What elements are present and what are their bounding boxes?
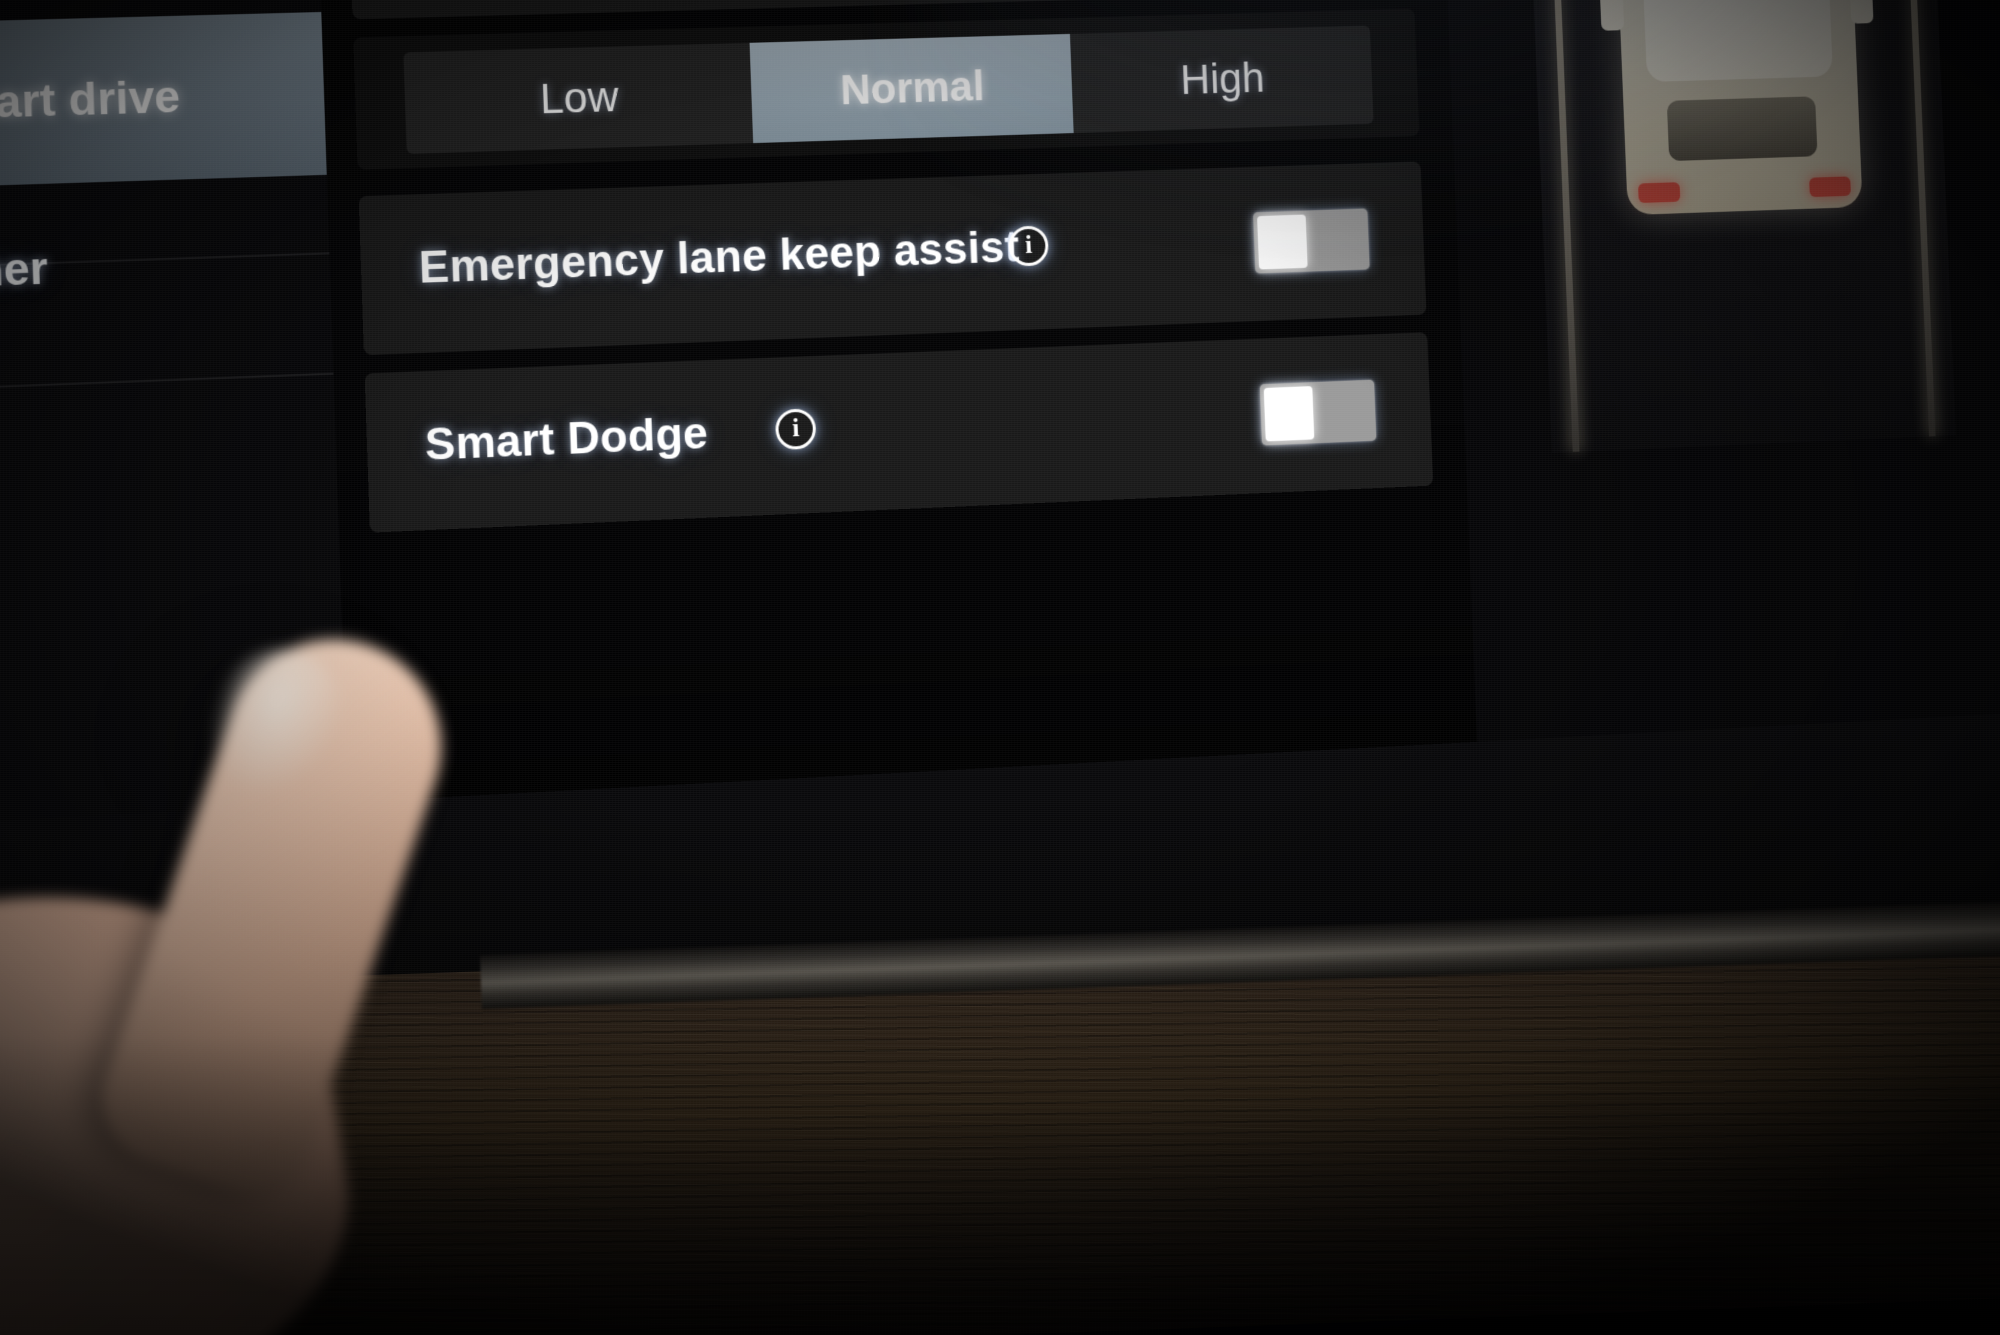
vehicle-icon — [1599, 0, 1874, 216]
info-icon[interactable]: i — [774, 408, 817, 451]
smart-dodge-label: Smart Dodge — [424, 408, 709, 470]
infotainment-display: ...rive ...ark ...mart drive ...ther — [0, 0, 2000, 836]
toggle-knob — [1257, 214, 1308, 270]
emergency-lane-keep-assist-toggle[interactable] — [1253, 208, 1370, 274]
lane-marking-left — [1542, 0, 1580, 452]
settings-row-emergency-lane-keep-assist[interactable]: Emergency lane keep assist i — [358, 161, 1427, 356]
segment-option-low[interactable]: Low — [403, 42, 754, 154]
sidebar-item-other[interactable]: ...ther — [0, 199, 332, 342]
settings-row-smart-dodge[interactable]: Smart Dodge i — [364, 332, 1434, 533]
vehicle-rear-window — [1666, 96, 1818, 162]
sidebar-item-label: ...ther — [0, 243, 49, 299]
warning-sensitivity-control-card: Low Normal High — [353, 8, 1420, 170]
photo-scene: ...rive ...ark ...mart drive ...ther — [0, 0, 2000, 1335]
sidebar-item-label: ...mart drive — [0, 72, 182, 131]
info-icon[interactable]: i — [1008, 225, 1050, 267]
segment-option-high[interactable]: High — [1069, 25, 1374, 134]
display-surface: ...rive ...ark ...mart drive ...ther — [0, 0, 2000, 836]
lane-keep-assist-preview — [1437, 0, 2000, 742]
vehicle-roof — [1641, 0, 1833, 82]
road-graphic — [1522, 0, 1956, 453]
settings-list: Both Warning sensitivity i Low Normal Hi… — [344, 0, 1477, 801]
segment-option-normal[interactable]: Normal — [749, 33, 1074, 144]
lane-marking-right — [1898, 0, 1936, 437]
emergency-lane-keep-assist-label: Emergency lane keep assist — [418, 222, 1021, 293]
vehicle-mirror-right — [1849, 0, 1874, 24]
warning-sensitivity-segmented-control[interactable]: Low Normal High — [403, 25, 1374, 154]
vehicle-taillight-right — [1809, 176, 1851, 198]
sidebar-item-smart-drive[interactable]: ...mart drive — [0, 11, 327, 195]
info-icon-glyph: i — [1024, 229, 1033, 260]
vehicle-taillight-left — [1637, 182, 1681, 204]
info-icon-glyph: i — [791, 412, 800, 443]
vehicle-mirror-left — [1599, 0, 1625, 31]
sidebar-divider — [0, 372, 334, 393]
toggle-knob — [1263, 386, 1315, 442]
sidebar: ...rive ...ark ...mart drive ...ther — [0, 0, 348, 836]
smart-dodge-toggle[interactable] — [1259, 379, 1377, 446]
